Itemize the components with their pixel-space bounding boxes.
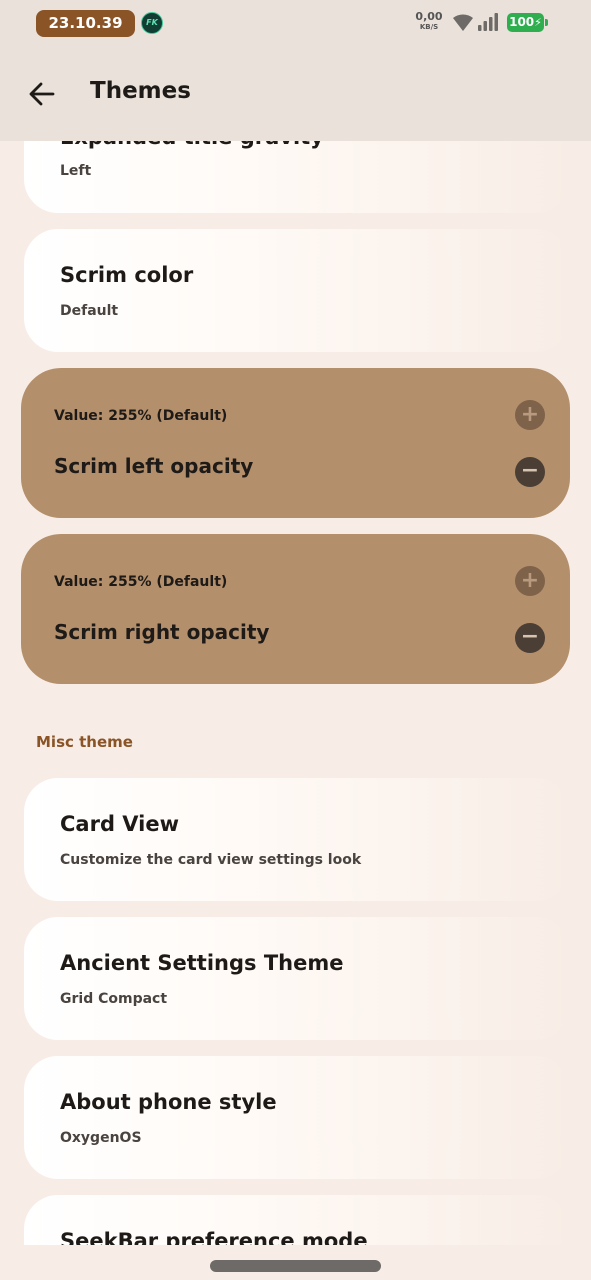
minus-icon[interactable]: − [515, 623, 545, 653]
slider-value: Value: 255% (Default) [54, 408, 228, 424]
card-title: Card View [60, 812, 180, 836]
card-title: Scrim color [60, 263, 194, 287]
gesture-nav-handle[interactable] [210, 1260, 381, 1272]
network-speed-value: 0,00 [415, 10, 443, 23]
card-view-card[interactable]: Card View Customize the card view settin… [24, 778, 570, 901]
plus-icon[interactable]: + [515, 400, 545, 430]
card-title: SeekBar preference mode [60, 1229, 368, 1245]
wifi-icon [453, 14, 473, 31]
status-time: 23.10.39 [36, 10, 135, 37]
card-subtitle: Default [60, 303, 119, 319]
scrim-color-card[interactable]: Scrim color Default [24, 229, 570, 352]
about-phone-style-card[interactable]: About phone style OxygenOS [24, 1056, 570, 1179]
scrim-left-opacity-slider: Value: 255% (Default) Scrim left opacity… [21, 368, 570, 518]
section-header-misc-theme: Misc theme [36, 733, 133, 751]
scrim-right-opacity-slider: Value: 255% (Default) Scrim right opacit… [21, 534, 570, 684]
slider-label: Scrim left opacity [54, 454, 254, 478]
card-subtitle: Customize the card view settings look [60, 852, 362, 868]
seekbar-preference-mode-card[interactable]: SeekBar preference mode [24, 1195, 570, 1245]
card-title: Ancient Settings Theme [60, 951, 344, 975]
back-arrow-icon [29, 82, 55, 106]
card-subtitle: OxygenOS [60, 1130, 142, 1146]
settings-list: Expanded title gravity Left Scrim color … [0, 0, 591, 1245]
network-speed-unit: KB/S [419, 23, 439, 31]
top-app-bar: 23.10.39 FK 0,00 KB/S 100⚡ Themes [0, 0, 591, 141]
card-title: About phone style [60, 1090, 277, 1114]
app-notification-badge: FK [141, 12, 163, 34]
signal-icon [478, 13, 498, 31]
minus-icon[interactable]: − [515, 457, 545, 487]
battery-nub [545, 19, 548, 26]
card-subtitle: Left [60, 163, 92, 179]
slider-label: Scrim right opacity [54, 620, 270, 644]
ancient-settings-theme-card[interactable]: Ancient Settings Theme Grid Compact [24, 917, 570, 1040]
back-button[interactable] [24, 76, 60, 112]
slider-value: Value: 255% (Default) [54, 574, 228, 590]
battery-level: 100 [509, 15, 535, 29]
network-speed: 0,00 KB/S [414, 11, 444, 32]
plus-icon[interactable]: + [515, 566, 545, 596]
page-title: Themes [90, 78, 191, 104]
battery-icon: 100⚡ [507, 13, 544, 32]
card-subtitle: Grid Compact [60, 991, 168, 1007]
